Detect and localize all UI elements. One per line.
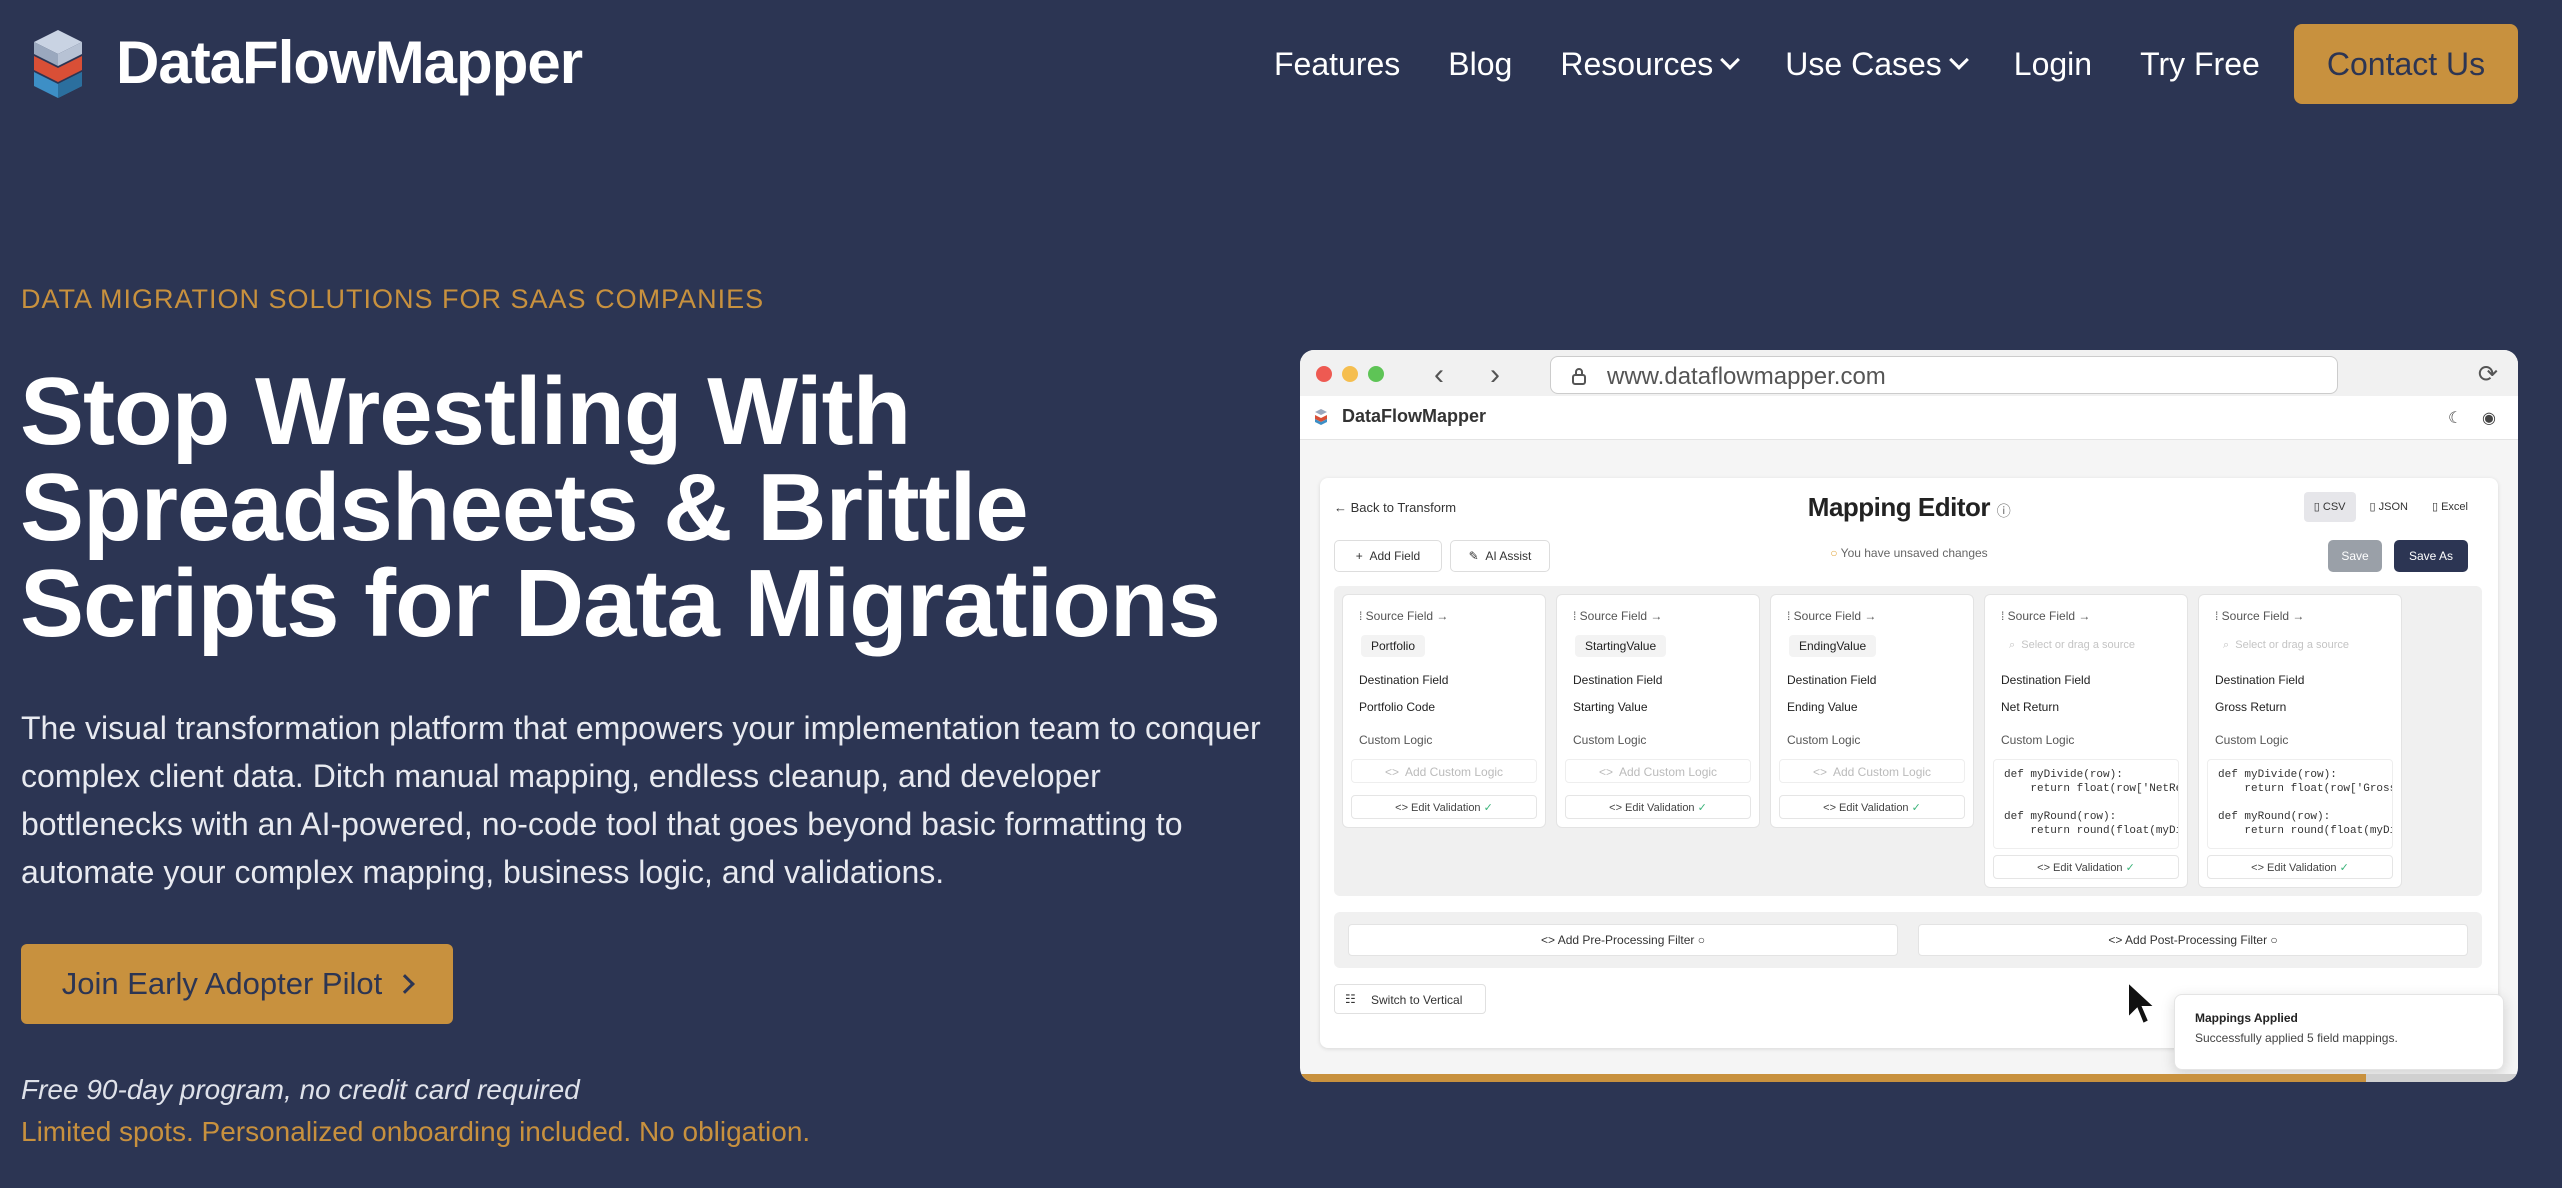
source-chip: EndingValue — [1789, 635, 1877, 657]
save-button: Save — [2328, 540, 2382, 572]
tab-json: ▯ JSON — [2369, 501, 2408, 513]
destination-field: Portfolio Code — [1359, 700, 1436, 714]
add-post-processing-filter: <> Add Post-Processing Filter ○ — [1918, 924, 2468, 956]
close-dot-icon — [1316, 366, 1332, 382]
nav-use-cases[interactable]: Use Cases — [1785, 46, 1969, 83]
contact-us-button[interactable]: Contact Us — [2294, 24, 2518, 104]
tab-csv: ▯ CSV — [2303, 492, 2356, 522]
mapping-card: ⁞ Source Field → ⌕ Select or drag a sour… — [1984, 594, 2188, 888]
url-text: www.dataflowmapper.com — [1607, 363, 1886, 390]
logo-icon — [1315, 409, 1327, 425]
user-icon: ◉ — [2482, 410, 2496, 427]
save-as-button: Save As — [2394, 540, 2468, 572]
chevron-down-icon — [1948, 50, 1969, 70]
add-custom-logic: <> Add Custom Logic — [1351, 759, 1537, 783]
mapping-editor-panel: ← Back to Transform Mapping Editor ⓘ ▯ C… — [1320, 478, 2498, 1048]
toast-title: Mappings Applied — [2195, 1011, 2298, 1025]
add-pre-processing-filter: <> Add Pre-Processing Filter ○ — [1348, 924, 1898, 956]
edit-validation: <> Edit Validation ✓ — [1779, 795, 1965, 819]
mapping-card: ⁞ Source Field → ⌕ Select or drag a sour… — [2198, 594, 2402, 888]
moon-icon: ☾ — [2448, 410, 2463, 427]
destination-field: Starting Value — [1573, 700, 1648, 714]
mouse-cursor-icon — [2127, 980, 2158, 1026]
join-pilot-button[interactable]: Join Early Adopter Pilot — [21, 944, 453, 1024]
info-icon: ⓘ — [1996, 503, 2011, 519]
mapping-cards-area: ⁞ Source Field → Portfolio Destination F… — [1334, 586, 2482, 896]
toast-notification: Mappings Applied Successfully applied 5 … — [2174, 994, 2504, 1070]
custom-logic-code: def myDivide(row): return float(row['Gro… — [2207, 759, 2393, 849]
nav-try-free[interactable]: Try Free — [2140, 46, 2260, 83]
source-search-placeholder: ⌕ Select or drag a source — [2223, 639, 2350, 651]
mapping-card: ⁞ Source Field → EndingValue Destination… — [1770, 594, 1974, 828]
edit-validation: <> Edit Validation ✓ — [1565, 795, 1751, 819]
edit-validation: <> Edit Validation ✓ — [2207, 855, 2393, 879]
maximize-dot-icon — [1368, 366, 1384, 382]
destination-field: Ending Value — [1787, 700, 1858, 714]
reload-icon: ⟳ — [2477, 361, 2498, 388]
chevron-down-icon — [1720, 50, 1741, 70]
source-chip: StartingValue — [1575, 635, 1667, 657]
format-tabs: ▯ CSV ▯ JSON ▯ Excel — [2300, 492, 2478, 522]
url-bar: www.dataflowmapper.com — [1550, 356, 2338, 394]
minimize-dot-icon — [1342, 366, 1358, 382]
toast-message: Successfully applied 5 field mappings. — [2195, 1031, 2398, 1045]
mapping-card: ⁞ Source Field → StartingValue Destinati… — [1556, 594, 1760, 828]
mapping-card: ⁞ Source Field → Portfolio Destination F… — [1342, 594, 1546, 828]
progress-fill — [1300, 1074, 2366, 1082]
forward-arrow-icon: › — [1490, 358, 1500, 391]
hero-eyebrow: DATA MIGRATION SOLUTIONS FOR SAAS COMPAN… — [21, 284, 765, 314]
layout-icon: ☷ — [1345, 992, 1356, 1006]
nav-login[interactable]: Login — [2014, 46, 2092, 83]
back-arrow-icon: ‹ — [1434, 358, 1444, 391]
hero-headline: Stop Wrestling With Spreadsheets & Britt… — [20, 358, 1221, 657]
destination-field: Net Return — [2001, 700, 2060, 714]
nav-blog[interactable]: Blog — [1448, 46, 1512, 83]
app-name: DataFlowMapper — [1342, 406, 1487, 426]
tab-excel: ▯ Excel — [2431, 501, 2468, 513]
brand-name[interactable]: DataFlowMapper — [116, 28, 583, 97]
nav-resources[interactable]: Resources — [1560, 46, 1741, 83]
chevron-right-icon — [395, 974, 416, 994]
lock-icon — [1572, 368, 1586, 385]
source-search-placeholder: ⌕ Select or drag a source — [2009, 639, 2136, 651]
nav-features[interactable]: Features — [1274, 46, 1400, 83]
product-screenshot: ‹ › www.dataflowmapper.com ⟳ DataFlowMap… — [1300, 350, 2518, 1082]
destination-field: Gross Return — [2215, 700, 2287, 714]
progress-bar — [1300, 1074, 2518, 1082]
top-nav: DataFlowMapper Features Blog Resources U… — [0, 0, 2562, 128]
browser-toolbar: ‹ › www.dataflowmapper.com ⟳ — [1300, 350, 2518, 396]
edit-validation: <> Edit Validation ✓ — [1993, 855, 2179, 879]
logo-icon[interactable] — [30, 26, 86, 102]
add-custom-logic: <> Add Custom Logic — [1565, 759, 1751, 783]
custom-logic-code: def myDivide(row): return float(row['Net… — [1993, 759, 2179, 849]
fine-print-limited: Limited spots. Personalized onboarding i… — [21, 1116, 811, 1147]
filters-bar: <> Add Pre-Processing Filter ○ <> Add Po… — [1334, 912, 2482, 968]
app-header: DataFlowMapper ☾ ◉ — [1300, 396, 2518, 440]
hero-description: The visual transformation platform that … — [21, 710, 1261, 890]
unsaved-indicator: ○ You have unsaved changes — [1830, 546, 1988, 560]
edit-validation: <> Edit Validation ✓ — [1351, 795, 1537, 819]
switch-to-vertical: ☷ Switch to Vertical — [1334, 984, 1486, 1014]
source-chip: Portfolio — [1361, 635, 1426, 657]
fine-print-free: Free 90-day program, no credit card requ… — [21, 1074, 580, 1105]
add-custom-logic: <> Add Custom Logic — [1779, 759, 1965, 783]
